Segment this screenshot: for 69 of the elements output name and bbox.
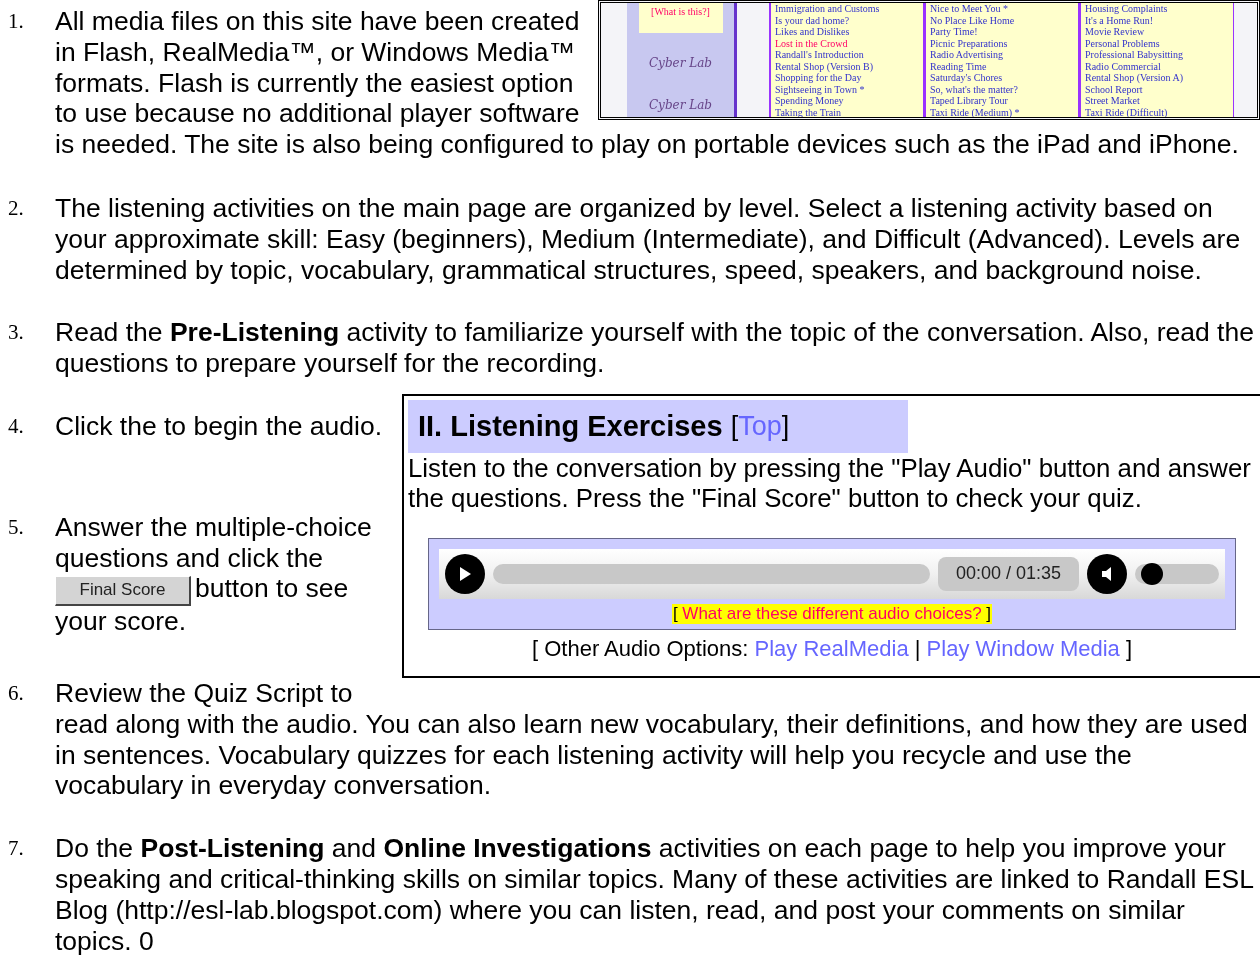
help-link[interactable]: [What is this?] bbox=[651, 6, 710, 18]
logo-text: Cyber Lab bbox=[648, 55, 713, 71]
audio-option-link[interactable]: Play Window Media bbox=[926, 635, 1120, 661]
activity-link[interactable]: Sightseeing in Town * bbox=[775, 83, 923, 95]
time-display: 00:00 / 01:35 bbox=[937, 556, 1079, 591]
activity-link[interactable]: It's a Home Run! bbox=[1085, 14, 1233, 26]
activity-link[interactable]: Taxi Ride (Medium) * bbox=[930, 106, 1078, 117]
section-heading: II. Listening Exercises bbox=[418, 408, 723, 444]
step-text: is needed. The site is also being configured to play on portable devices such as the iPad and iPhone. bbox=[55, 129, 1240, 160]
volume-track[interactable] bbox=[1135, 563, 1219, 584]
step-text: The listening activities on the main page are organized by level. Select a listening activity based on your approximate skill: Easy (beginners), Medium (Intermediate), and Difficult (Advanced). Levels are determined by topic, vocabulary, grammatical structures, speed, speakers, and background noise. bbox=[55, 193, 1242, 286]
bracket-mark: ] bbox=[1125, 635, 1133, 661]
instructions-text: Listen to the conversation by pressing the "Play Audio" button and answer the questions. Press the "Final Score" button to check your quiz. bbox=[408, 452, 1252, 513]
step-text: Review the Quiz Script to read along with the audio. You can also learn new vocabulary, their definitions, and how they are used in sentences. Vocabulary quizzes for each listening activity will help you recycle and use the vocabulary in everyday conversation. bbox=[55, 677, 1249, 802]
logo-text: Cyber Lab bbox=[648, 97, 713, 113]
activity-link[interactable]: Rental Shop (Version A) bbox=[1085, 72, 1233, 84]
step-text: Read the Pre-Listening activity to familiarize yourself with the topic of the conversation. Also, read the questions to prepare yourself for the recording. bbox=[55, 317, 1255, 379]
play-icon bbox=[458, 565, 472, 582]
activity-link[interactable]: Housing Complaints bbox=[1085, 3, 1233, 15]
activity-link[interactable]: Shopping for the Day bbox=[775, 72, 923, 84]
volume-thumb[interactable] bbox=[1141, 562, 1164, 585]
activity-link[interactable]: Is your dad home? bbox=[775, 14, 923, 26]
activity-link[interactable]: So, what's the matter? bbox=[930, 83, 1078, 95]
volume-button[interactable] bbox=[1087, 553, 1127, 594]
list-number: 2. bbox=[8, 195, 24, 222]
separator-mark: | bbox=[914, 635, 921, 661]
activity-link[interactable]: Rental Shop (Version B) bbox=[775, 60, 923, 72]
list-number: 6. bbox=[8, 679, 24, 707]
list-number: 7. bbox=[8, 835, 24, 863]
activity-link[interactable]: Reading Time bbox=[930, 60, 1078, 72]
list-number: 4. bbox=[8, 412, 24, 440]
step-text: Do the Post-Listening and Online Investigations activities on each page to help you improve your speaking and critical-thinking skills on similar topics. Many of these activities are linked to Randall ESL Blog (http://esl-lab.blogspot.com) where you can listen, read, and post your comments on similar topics. 0 bbox=[55, 833, 1254, 957]
speaker-icon bbox=[1100, 565, 1114, 582]
bracket-mark: [ bbox=[730, 411, 739, 442]
activity-link[interactable]: Party Time! bbox=[930, 26, 1078, 38]
progress-track[interactable] bbox=[493, 563, 930, 584]
activity-link[interactable]: No Place Like Home bbox=[930, 14, 1078, 26]
bracket-mark: ] bbox=[986, 603, 992, 623]
activity-link[interactable]: Taped Library Tour bbox=[930, 95, 1078, 107]
activity-link[interactable]: Radio Advertising bbox=[930, 49, 1078, 61]
step-text: Click the to begin the audio. bbox=[55, 410, 384, 442]
list-number: 5. bbox=[8, 513, 24, 541]
activity-link[interactable]: Immigration and Customs bbox=[775, 3, 923, 15]
activity-link[interactable]: Randall's Introduction bbox=[775, 49, 923, 61]
step-text: Answer the multiple-choice questions and click the Final Score button to see your score. bbox=[55, 511, 373, 637]
activity-link[interactable]: School Report bbox=[1085, 83, 1233, 95]
activity-link[interactable]: Likes and Dislikes bbox=[775, 26, 923, 38]
activity-link[interactable]: Saturday's Chores bbox=[930, 72, 1078, 84]
final-score-button[interactable]: Final Score bbox=[55, 575, 191, 606]
activity-link[interactable]: Nice to Meet You * bbox=[930, 3, 1078, 15]
bracket-mark: [ bbox=[531, 635, 539, 661]
activity-link[interactable]: Movie Review bbox=[1085, 26, 1233, 38]
play-button[interactable] bbox=[445, 553, 485, 594]
audio-option-link[interactable]: Play RealMedia bbox=[754, 635, 909, 661]
activity-link[interactable]: Radio Commercial bbox=[1085, 60, 1233, 72]
list-number: 1. bbox=[8, 8, 24, 35]
bracket-mark: ] bbox=[781, 411, 790, 442]
activity-link[interactable]: Taxi Ride (Difficult) bbox=[1085, 106, 1233, 117]
audio-choices-link[interactable]: What are these different audio choices? bbox=[682, 603, 982, 623]
bracket-mark: [ bbox=[672, 603, 678, 623]
activity-link[interactable]: Taking the Train bbox=[775, 106, 923, 117]
activity-link[interactable]: Lost in the Crowd bbox=[775, 37, 923, 49]
activity-link[interactable]: Spending Money bbox=[775, 95, 923, 107]
activity-link[interactable]: Street Market bbox=[1085, 95, 1233, 107]
list-number: 3. bbox=[8, 319, 24, 347]
options-label: Other Audio Options: bbox=[544, 635, 749, 661]
activity-link[interactable]: Picnic Preparations bbox=[930, 37, 1078, 49]
activity-link[interactable]: Personal Problems bbox=[1085, 37, 1233, 49]
activity-link[interactable]: Professional Babysitting bbox=[1085, 49, 1233, 61]
